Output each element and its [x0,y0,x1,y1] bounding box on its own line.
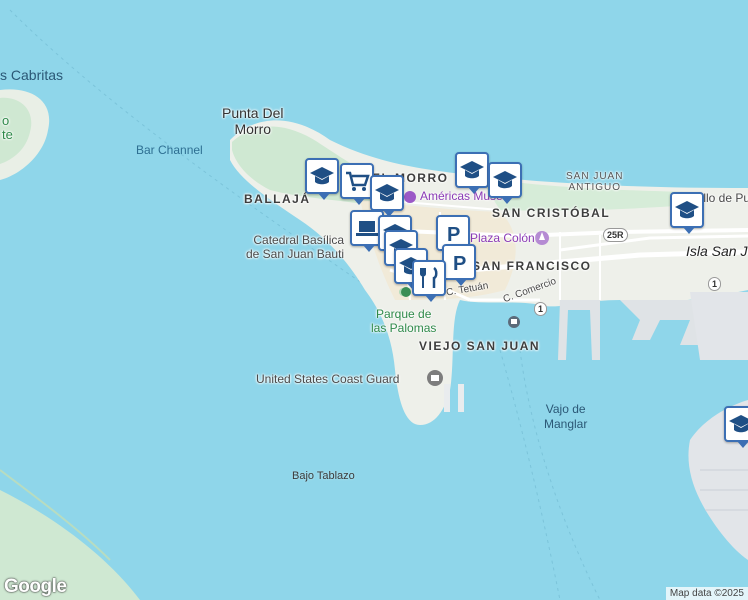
school-icon [310,167,334,185]
school-icon [675,201,699,219]
school-icon [375,184,399,202]
parking-marker[interactable]: P [442,244,476,286]
road-shield-25r: 25R [603,228,628,242]
school-marker[interactable] [305,158,339,200]
label-viejo-san-juan: VIEJO SAN JUAN [419,339,541,353]
label-san-cristobal: SAN CRISTÓBAL [492,206,611,220]
parking-icon: P [453,253,466,274]
label-punta-del-morro: Punta Del Morro [222,105,284,137]
label-isla-san-juan: Isla San J [686,243,748,259]
label-left-partial: o te [2,113,13,142]
label-cabritas: s Cabritas [0,67,64,83]
map-attribution[interactable]: Map data ©2025 [665,587,748,600]
svg-text:P: P [447,224,460,245]
label-vajo-manglar: Vajo de Manglar [544,402,588,431]
school-icon [460,161,484,179]
svg-text:P: P [453,253,466,274]
google-logo: Google [4,576,67,597]
label-san-francisco: SAN FRANCISCO [472,259,592,273]
label-coast-guard: United States Coast Guard [256,372,400,386]
label-parque-palomas: Parque de las Palomas [371,307,437,335]
school-marker[interactable] [670,192,704,234]
label-bar-channel: Bar Channel [136,143,203,157]
map-canvas[interactable] [0,0,748,600]
road-shield-1: 1 [534,302,548,316]
parking-icon: P [447,224,460,245]
label-ballaja: BALLAJÁ [244,192,311,206]
label-catedral: Catedral Basílica de San Juan Bauti [246,233,345,261]
label-bajo-tablazo: Bajo Tablazo [292,470,355,482]
school-marker[interactable] [370,175,404,217]
shopping-marker[interactable] [340,163,374,205]
school-icon [729,415,748,433]
school-icon [493,171,517,189]
laptop-icon [356,221,378,236]
restaurant-icon [420,266,438,288]
school-marker[interactable] [724,406,748,448]
restaurant-marker[interactable] [412,260,446,302]
label-san-juan-antiguo: SAN JUAN ANTIGUO [566,171,624,193]
label-plaza-colon: Plaza Colón [470,231,535,245]
road-shield-1: 1 [708,277,722,291]
shopping-cart-icon [346,171,370,191]
school-marker[interactable] [455,152,489,194]
school-marker[interactable] [488,162,522,204]
